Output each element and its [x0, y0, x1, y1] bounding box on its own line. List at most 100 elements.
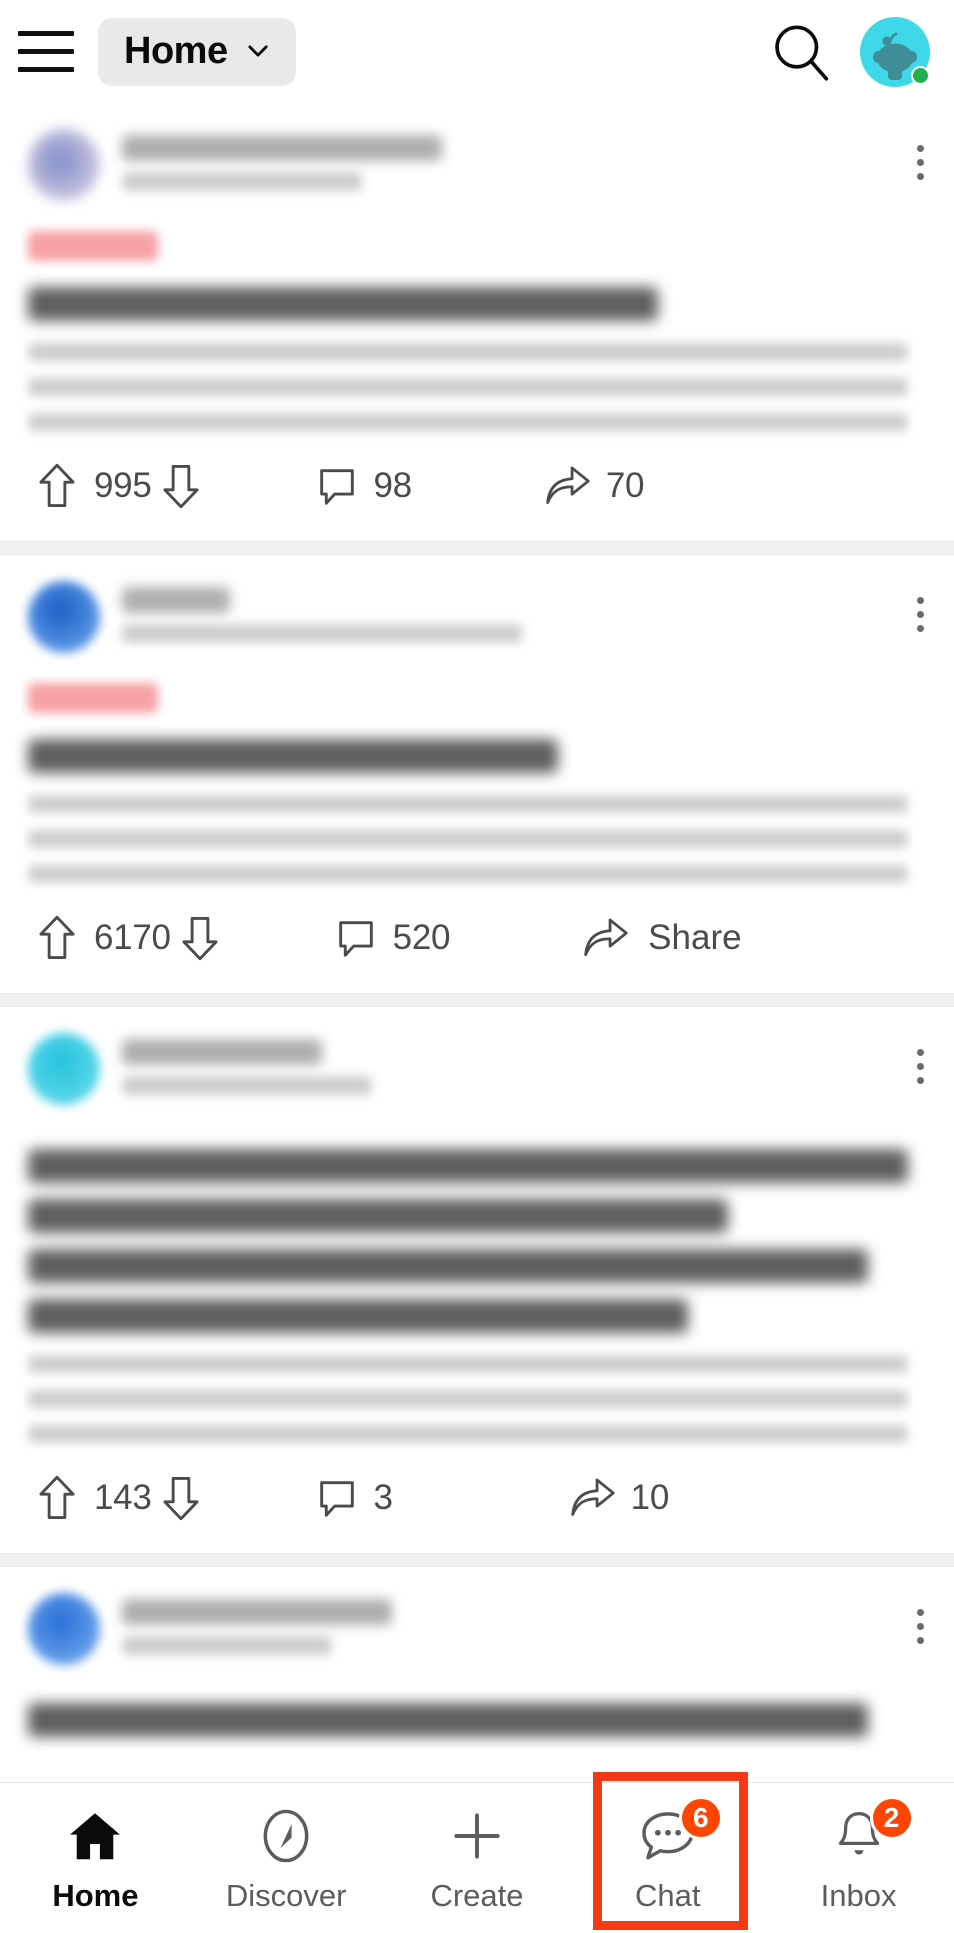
post-meta: [122, 1076, 372, 1095]
kebab-menu-icon[interactable]: [917, 597, 924, 632]
vote-group[interactable]: 995: [34, 461, 204, 511]
post-title[interactable]: [28, 1703, 954, 1737]
chat-unread-badge: 6: [678, 1795, 723, 1840]
share-group[interactable]: Share: [582, 915, 742, 961]
post-actions: 995 98 70: [0, 431, 954, 541]
downvote-arrow-icon[interactable]: [158, 1473, 204, 1523]
post-feed[interactable]: 995 98 70 6170 520 Share 143 3 10: [0, 103, 954, 1783]
post-meta: [122, 1636, 332, 1655]
avatar[interactable]: [858, 15, 932, 89]
comment-count: 98: [373, 466, 413, 505]
hamburger-line: [18, 67, 74, 72]
share-count: 10: [630, 1478, 670, 1517]
feed-selector-label: Home: [124, 29, 228, 72]
compass-icon: [263, 1809, 309, 1862]
nav-item-chat[interactable]: 6 Chat: [572, 1783, 763, 1933]
post-header-text: [122, 1033, 372, 1095]
upvote-arrow-icon[interactable]: [34, 461, 80, 511]
home-icon-wrap: [62, 1806, 128, 1866]
kebab-dot: [917, 1049, 924, 1056]
hamburger-line: [18, 49, 74, 54]
kebab-dot: [917, 173, 924, 180]
share-group[interactable]: 70: [544, 463, 650, 509]
post-title[interactable]: [28, 1149, 954, 1333]
comment-group[interactable]: 98: [314, 463, 418, 509]
online-status-dot: [911, 65, 930, 85]
plus-icon: [454, 1812, 500, 1859]
share-label: Share: [648, 918, 742, 957]
post-title[interactable]: [28, 287, 954, 321]
hamburger-icon[interactable]: [18, 29, 74, 75]
post-header: [0, 103, 954, 201]
post-separator: [0, 993, 954, 1007]
subreddit-avatar[interactable]: [28, 1593, 100, 1665]
nav-item-inbox[interactable]: 2 Inbox: [763, 1783, 954, 1933]
nav-label-inbox: Inbox: [820, 1877, 897, 1913]
nav-item-home[interactable]: Home: [0, 1783, 191, 1933]
upvote-arrow-icon[interactable]: [34, 1473, 80, 1523]
post-actions: 6170 520 Share: [0, 883, 954, 993]
share-arrow-icon[interactable]: [569, 1475, 617, 1521]
comment-group[interactable]: 3: [314, 1475, 399, 1521]
post-header: [0, 555, 954, 653]
hamburger-line: [18, 31, 74, 36]
post-meta: [122, 624, 522, 643]
comment-count: 3: [373, 1478, 393, 1517]
subreddit-name[interactable]: [122, 135, 442, 161]
post-card[interactable]: 143 3 10: [0, 1007, 954, 1553]
feed-selector-button[interactable]: Home: [98, 17, 296, 86]
inbox-unread-badge: 2: [869, 1795, 914, 1840]
post-title[interactable]: [28, 739, 954, 773]
post-header-text: [122, 581, 522, 643]
subreddit-name[interactable]: [122, 1599, 392, 1625]
comment-count: 520: [392, 918, 451, 957]
post-card[interactable]: 6170 520 Share: [0, 555, 954, 993]
kebab-dot: [917, 145, 924, 152]
plus-icon-wrap: [444, 1806, 510, 1866]
post-body: [28, 343, 954, 431]
kebab-dot: [917, 1077, 924, 1084]
post-card[interactable]: [0, 1567, 954, 1737]
share-group[interactable]: 10: [569, 1475, 675, 1521]
kebab-menu-icon[interactable]: [917, 1609, 924, 1644]
subreddit-avatar[interactable]: [28, 581, 100, 653]
kebab-dot: [917, 597, 924, 604]
post-meta: [122, 172, 362, 191]
comment-bubble-icon[interactable]: [314, 463, 360, 509]
kebab-menu-icon[interactable]: [917, 145, 924, 180]
upvote-count: 995: [94, 466, 152, 505]
vote-group[interactable]: 143: [34, 1473, 204, 1523]
share-count: 70: [605, 466, 645, 505]
share-arrow-icon[interactable]: [582, 915, 630, 961]
downvote-arrow-icon[interactable]: [158, 461, 204, 511]
vote-group[interactable]: 6170: [34, 913, 223, 963]
subreddit-avatar[interactable]: [28, 1033, 100, 1105]
kebab-menu-icon[interactable]: [917, 1049, 924, 1084]
downvote-arrow-icon[interactable]: [177, 913, 223, 963]
comment-bubble-icon[interactable]: [314, 1475, 360, 1521]
post-flair[interactable]: [28, 231, 158, 261]
comment-group[interactable]: 520: [333, 915, 457, 961]
nav-item-create[interactable]: Create: [382, 1783, 573, 1933]
nav-item-discover[interactable]: Discover: [191, 1783, 382, 1933]
subreddit-name[interactable]: [122, 587, 230, 613]
subreddit-name[interactable]: [122, 1039, 322, 1065]
upvote-count: 6170: [94, 918, 171, 957]
kebab-dot: [917, 1609, 924, 1616]
comment-bubble-icon[interactable]: [333, 915, 379, 961]
chevron-down-icon: [248, 45, 268, 56]
kebab-dot: [917, 1637, 924, 1644]
post-header-text: [122, 1593, 392, 1655]
post-body: [28, 795, 954, 883]
upvote-count: 143: [94, 1478, 152, 1517]
kebab-dot: [917, 1063, 924, 1070]
post-card[interactable]: 995 98 70: [0, 103, 954, 541]
post-flair[interactable]: [28, 683, 158, 713]
post-body: [28, 1355, 954, 1443]
subreddit-avatar[interactable]: [28, 129, 100, 201]
post-header-text: [122, 129, 442, 191]
upvote-arrow-icon[interactable]: [34, 913, 80, 963]
search-icon[interactable]: [770, 21, 832, 83]
post-actions: 143 3 10: [0, 1443, 954, 1553]
share-arrow-icon[interactable]: [544, 463, 592, 509]
